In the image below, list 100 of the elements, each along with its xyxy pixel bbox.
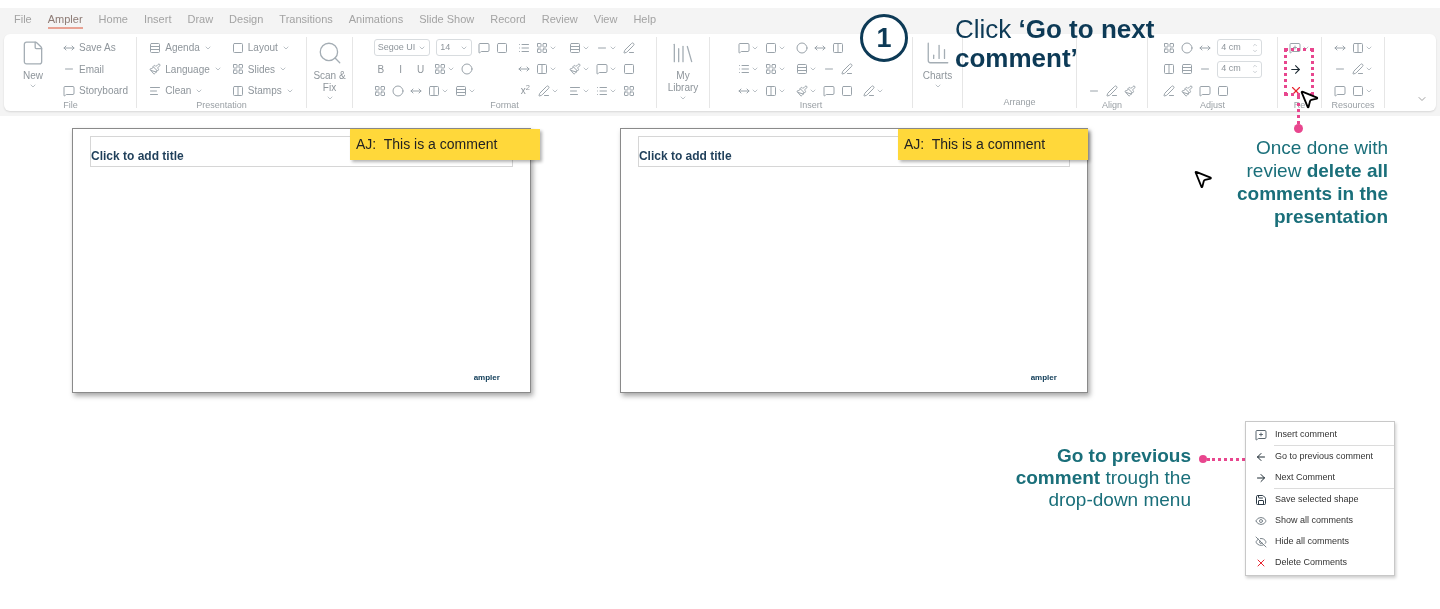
menu-item[interactable]: Show all comments (1246, 510, 1394, 531)
format-button[interactable]: x$^{2}$ (518, 83, 533, 98)
next-comment-button[interactable] (1289, 62, 1302, 76)
format-button[interactable]: U (413, 61, 428, 77)
icon-button[interactable] (460, 63, 473, 75)
ribbon-field[interactable]: 4 cm (1217, 60, 1262, 78)
menu-item[interactable]: Hide all comments (1246, 531, 1394, 552)
icon-button[interactable] (1351, 63, 1373, 75)
icon-button[interactable] (623, 63, 636, 75)
caret-icon (751, 65, 759, 73)
icon-button[interactable] (1181, 84, 1194, 97)
icon-button[interactable] (841, 84, 853, 97)
icon-button[interactable] (796, 63, 817, 75)
icon-button[interactable] (433, 63, 455, 75)
format-button[interactable]: B (373, 61, 388, 77)
icon-button[interactable] (738, 63, 759, 75)
insert-comment-button[interactable] (1289, 41, 1310, 54)
icon-button[interactable] (623, 41, 636, 54)
icon-button[interactable] (823, 84, 835, 97)
icon-button[interactable] (538, 84, 560, 97)
ribbon-tab[interactable]: Help (633, 11, 657, 29)
icon-button[interactable] (1351, 41, 1373, 54)
ribbon-field[interactable]: 4 cm (1217, 39, 1262, 56)
ribbon-button[interactable]: Slides (231, 61, 288, 77)
icon-button[interactable] (623, 84, 636, 97)
icon-button[interactable] (569, 84, 591, 97)
ribbon-button[interactable]: Clean (149, 83, 204, 98)
icon-button[interactable] (536, 63, 558, 75)
ribbon-tab[interactable]: Review (541, 11, 578, 29)
icon-button[interactable] (569, 63, 591, 75)
ribbon-large-button[interactable]: My Library (663, 38, 703, 108)
icon-button[interactable] (863, 84, 884, 97)
icon-button[interactable] (796, 84, 817, 97)
spinner-icon[interactable] (1251, 63, 1258, 75)
ribbon-tab[interactable]: Transitions (279, 11, 333, 29)
ribbon-button[interactable]: Email (63, 61, 105, 77)
icon-button[interactable] (496, 41, 509, 54)
icon-button[interactable] (1163, 41, 1176, 54)
format-button[interactable]: I (393, 61, 408, 77)
ribbon-tab[interactable]: Insert (143, 11, 172, 29)
menu-item[interactable]: Save selected shape (1246, 489, 1394, 510)
ribbon-button[interactable]: Agenda (149, 40, 212, 55)
icon-button[interactable] (1181, 63, 1194, 75)
spinner-icon[interactable] (1251, 41, 1258, 54)
ribbon-tab[interactable]: Animations (348, 11, 404, 29)
comment-tooltip[interactable]: AJ: This is a comment (350, 129, 540, 160)
icon-button[interactable] (765, 84, 786, 97)
ribbon-tab[interactable]: Record (490, 11, 526, 29)
caret-icon (446, 65, 455, 73)
icon-button[interactable] (1217, 84, 1230, 97)
ribbon-button[interactable]: Stamps (231, 83, 294, 98)
ribbon-tab[interactable]: Draw (187, 11, 214, 29)
pen-icon (841, 63, 853, 75)
icon-button[interactable] (1106, 84, 1118, 97)
icon-button[interactable] (796, 41, 808, 54)
icon-button[interactable] (391, 84, 404, 97)
icon-button[interactable] (765, 63, 786, 75)
ribbon-field[interactable]: 14 (436, 39, 473, 56)
ribbon-tab[interactable]: Ampler (47, 11, 83, 29)
paintbrush-icon (796, 84, 808, 97)
icon-button[interactable] (738, 41, 759, 54)
ribbon-button[interactable]: Save As (63, 40, 116, 55)
icon-button[interactable] (1181, 41, 1194, 54)
ribbon-tab[interactable]: File (14, 11, 32, 29)
icon-button[interactable] (536, 41, 558, 54)
icon-button[interactable] (454, 84, 476, 97)
ribbon-large-button[interactable]: Scan & Fix (309, 38, 350, 108)
icon-button[interactable] (1124, 84, 1136, 97)
icon-button[interactable] (1333, 84, 1346, 97)
ribbon-button[interactable]: Storyboard (63, 83, 128, 98)
ribbon-tab[interactable]: Home (98, 11, 128, 29)
ribbon-tab[interactable]: Slide Show (419, 11, 475, 29)
icon-button[interactable] (1163, 63, 1176, 75)
icon-button[interactable] (1163, 84, 1176, 97)
icon-button[interactable] (1351, 84, 1373, 97)
ribbon-button[interactable]: Language (149, 61, 222, 77)
ribbon-button[interactable]: Layout (231, 40, 290, 55)
icon-button[interactable] (1199, 84, 1212, 97)
paintbrush-icon (149, 63, 162, 75)
icon-button[interactable] (478, 41, 491, 54)
comment-tooltip[interactable]: AJ: This is a comment (897, 129, 1088, 160)
icon-button[interactable] (518, 41, 531, 54)
icon-button[interactable] (373, 84, 386, 97)
icon-button[interactable] (596, 63, 618, 75)
icon-button[interactable] (832, 41, 844, 54)
menu-item[interactable]: Insert comment (1246, 424, 1394, 445)
menu-item[interactable]: Delete Comments (1246, 552, 1394, 573)
slide[interactable]: Click to add title AJ: This is a comment ampler (619, 128, 1088, 393)
columns-icon (832, 41, 844, 54)
icon-button[interactable] (765, 41, 786, 54)
ribbon-field[interactable]: Segoe UI (373, 39, 431, 56)
menu-item[interactable]: Go to previous comment (1246, 446, 1394, 467)
ribbon-tab[interactable]: Design (229, 11, 264, 29)
icon-button[interactable] (569, 41, 591, 54)
menu-item[interactable]: Next Comment (1246, 467, 1394, 488)
icon-button[interactable] (427, 84, 449, 97)
ribbon-tab[interactable]: View (593, 11, 618, 29)
icon-button[interactable] (596, 84, 618, 97)
ribbon-large-button[interactable]: New (13, 38, 54, 100)
icon-button[interactable] (841, 63, 853, 75)
